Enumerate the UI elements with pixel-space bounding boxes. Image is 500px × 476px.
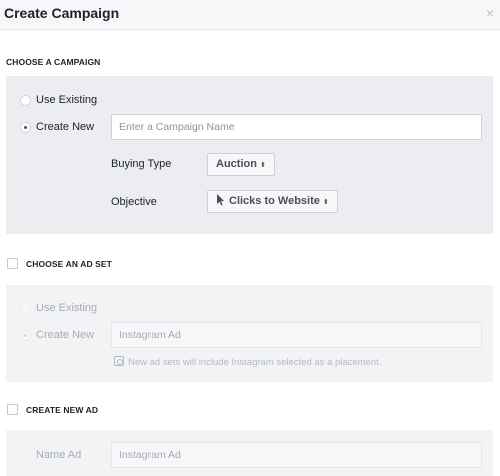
dialog-header: Create Campaign × [0,0,500,30]
section-choose-campaign-label: CHOOSE A CAMPAIGN [6,57,101,67]
buying-type-label: Buying Type [111,158,172,170]
section-create-new-ad-label: CREATE NEW AD [26,405,99,415]
campaign-name-input[interactable]: Enter a Campaign Name [111,114,482,140]
objective-value: Clicks to Website [229,195,320,207]
ad-name-input[interactable]: Instagram Ad [111,442,482,468]
radio-ad-set-use-existing-label[interactable]: Use Existing [36,302,97,314]
objective-dropdown[interactable]: Clicks to Website ⬍ [207,190,338,213]
ad-set-placement-note: New ad sets will include Instagram selec… [114,356,381,368]
radio-ad-set-create-new-label[interactable]: Create New [36,329,94,341]
objective-label: Objective [111,196,157,208]
cursor-icon [217,194,225,206]
buying-type-dropdown[interactable]: Auction ⬍ [207,153,275,176]
create-ad-checkbox[interactable] [7,404,18,415]
chevron-up-down-icon: ⬍ [322,199,329,206]
radio-campaign-use-existing[interactable] [20,95,31,106]
chevron-up-down-icon: ⬍ [259,162,266,169]
radio-ad-set-create-new[interactable] [20,330,31,341]
ad-set-name-input[interactable]: Instagram Ad [111,322,482,348]
dialog-title: Create Campaign [4,5,120,21]
ad-set-checkbox[interactable] [7,258,18,269]
buying-type-value: Auction [216,158,257,170]
close-icon[interactable]: × [484,6,496,20]
radio-campaign-create-new[interactable] [20,122,31,133]
name-ad-label: Name Ad [36,449,82,461]
radio-ad-set-use-existing[interactable] [20,303,31,314]
section-choose-ad-set-label: CHOOSE AN AD SET [26,259,112,269]
radio-campaign-create-new-label[interactable]: Create New [36,121,94,133]
instagram-icon [114,356,124,366]
radio-campaign-use-existing-label[interactable]: Use Existing [36,94,97,106]
ad-set-note-text: New ad sets will include Instagram selec… [128,357,382,368]
